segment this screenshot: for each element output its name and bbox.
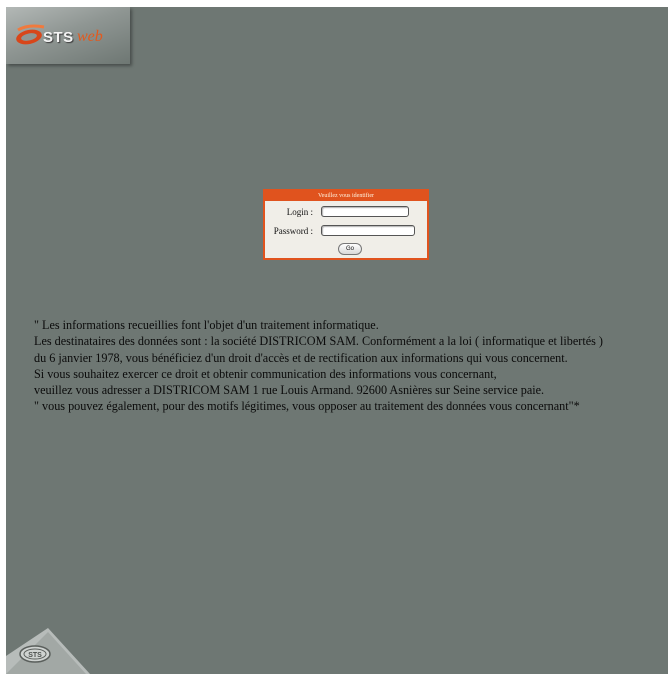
notice-paragraph: du 6 janvier 1978, vous bénéficiez d'un … [34,350,568,365]
notice-paragraph: " vous pouvez également, pour des motifs… [34,399,580,414]
password-input[interactable] [321,225,415,236]
privacy-notice: " Les informations recueillies font l'ob… [6,317,668,415]
login-input[interactable] [321,206,409,217]
password-label: Password : [273,226,313,236]
login-form: Veuillez vous identifier Login : Passwor… [263,189,429,260]
footer-logo-text: STS [28,652,42,659]
notice-paragraph: veuillez vous adresser a DISTRICOM SAM 1… [34,383,545,398]
logo-web-text: web [77,28,103,45]
page: STS web Veuillez vous identifier Login :… [6,7,668,674]
sts-badge-icon: STS [6,628,90,674]
logo-sts-text: STS [43,29,74,46]
sts-web-logo: STS web [6,7,130,64]
notice-paragraph: Si vous souhaitez exercer ce droit et ob… [34,366,497,381]
notice-paragraph: " Les informations recueillies font l'ob… [34,318,379,332]
go-button[interactable]: Go [338,243,362,255]
login-form-title: Veuillez vous identifier [265,191,427,201]
login-label: Login : [286,207,313,217]
notice-paragraph: Les destinataires des données sont : la … [34,334,603,349]
footer-logo: STS [6,618,90,674]
